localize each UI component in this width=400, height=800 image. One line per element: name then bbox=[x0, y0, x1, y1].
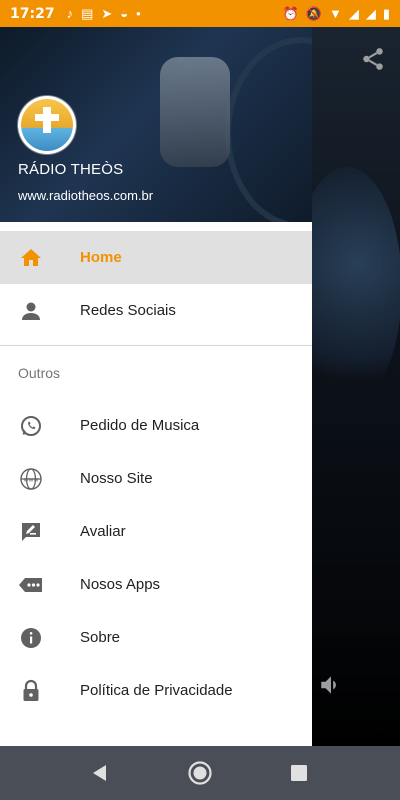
home-button-icon[interactable] bbox=[185, 758, 215, 788]
whatsapp-icon bbox=[18, 413, 44, 439]
header-mic-image bbox=[160, 57, 230, 167]
navigation-drawer: RÁDIO THEÒS www.radiotheos.com.br Home R… bbox=[0, 27, 312, 746]
menu-item-home[interactable]: Home bbox=[0, 231, 312, 284]
signal2-icon: ◢ bbox=[365, 5, 376, 21]
person-icon bbox=[18, 298, 44, 324]
station-website: www.radiotheos.com.br bbox=[18, 188, 154, 203]
menu-label-politica-de-privacidade: Política de Privacidade bbox=[80, 682, 233, 699]
primary-menu: Home Redes Sociais bbox=[0, 231, 312, 337]
back-icon[interactable] bbox=[85, 758, 115, 788]
volume-icon[interactable] bbox=[318, 672, 344, 698]
section-title-outros: Outros bbox=[18, 364, 61, 381]
secondary-menu: Pedido de Musica www Nosso Site Avaliar … bbox=[0, 399, 312, 717]
station-logo bbox=[18, 96, 76, 154]
system-nav-bar bbox=[0, 746, 400, 800]
rate-review-icon bbox=[18, 519, 44, 545]
svg-text:www: www bbox=[24, 476, 39, 483]
header-mic-ring bbox=[225, 37, 312, 222]
music-note-icon: ♪ bbox=[66, 6, 74, 21]
menu-item-pedido-de-musica[interactable]: Pedido de Musica bbox=[0, 399, 312, 452]
news-icon: ▤ bbox=[81, 5, 94, 21]
apps-tag-icon bbox=[18, 572, 44, 598]
menu-label-home: Home bbox=[80, 249, 122, 266]
lock-icon bbox=[18, 678, 44, 704]
menu-item-avaliar[interactable]: Avaliar bbox=[0, 505, 312, 558]
share-icon[interactable] bbox=[360, 46, 386, 72]
station-name: RÁDIO THEÒS bbox=[18, 161, 124, 178]
wifi-icon: ▼ bbox=[328, 6, 342, 21]
notification-icons: ♪ ▤ ➤ ◒ • bbox=[67, 6, 141, 22]
recents-icon[interactable] bbox=[284, 758, 314, 788]
status-bar: 17:27 ♪ ▤ ➤ ◒ • ⏰ 🔕 ▼ ◢ ◢ ▮ bbox=[0, 0, 400, 27]
menu-item-redes-sociais[interactable]: Redes Sociais bbox=[0, 284, 312, 337]
menu-label-nosso-site: Nosso Site bbox=[80, 470, 153, 487]
dot-icon: • bbox=[136, 6, 141, 21]
system-icons: ⏰ 🔕 ▼ ◢ ◢ ▮ bbox=[283, 6, 390, 22]
game-icon: ◒ bbox=[120, 6, 129, 21]
logo-badge bbox=[21, 99, 73, 151]
menu-label-redes-sociais: Redes Sociais bbox=[80, 302, 176, 319]
menu-item-nosos-apps[interactable]: Nosos Apps bbox=[0, 558, 312, 611]
telegram-icon: ➤ bbox=[101, 5, 113, 21]
alarm-icon: ⏰ bbox=[282, 5, 299, 21]
drawer-header: RÁDIO THEÒS www.radiotheos.com.br bbox=[0, 27, 312, 222]
menu-item-nosso-site[interactable]: www Nosso Site bbox=[0, 452, 312, 505]
status-time: 17:27 bbox=[10, 5, 55, 22]
info-icon bbox=[18, 625, 44, 651]
home-icon bbox=[18, 245, 44, 271]
menu-item-politica-de-privacidade[interactable]: Política de Privacidade bbox=[0, 664, 312, 717]
menu-label-pedido-de-musica: Pedido de Musica bbox=[80, 417, 200, 434]
battery-icon: ▮ bbox=[382, 5, 390, 21]
menu-label-sobre: Sobre bbox=[80, 629, 121, 646]
bell-off-icon: 🔕 bbox=[305, 5, 322, 21]
signal-icon: ◢ bbox=[348, 5, 359, 21]
globe-icon: www bbox=[18, 466, 44, 492]
menu-item-sobre[interactable]: Sobre bbox=[0, 611, 312, 664]
menu-label-nosos-apps: Nosos Apps bbox=[80, 576, 161, 593]
background-player bbox=[292, 27, 400, 746]
menu-label-avaliar: Avaliar bbox=[80, 523, 126, 540]
